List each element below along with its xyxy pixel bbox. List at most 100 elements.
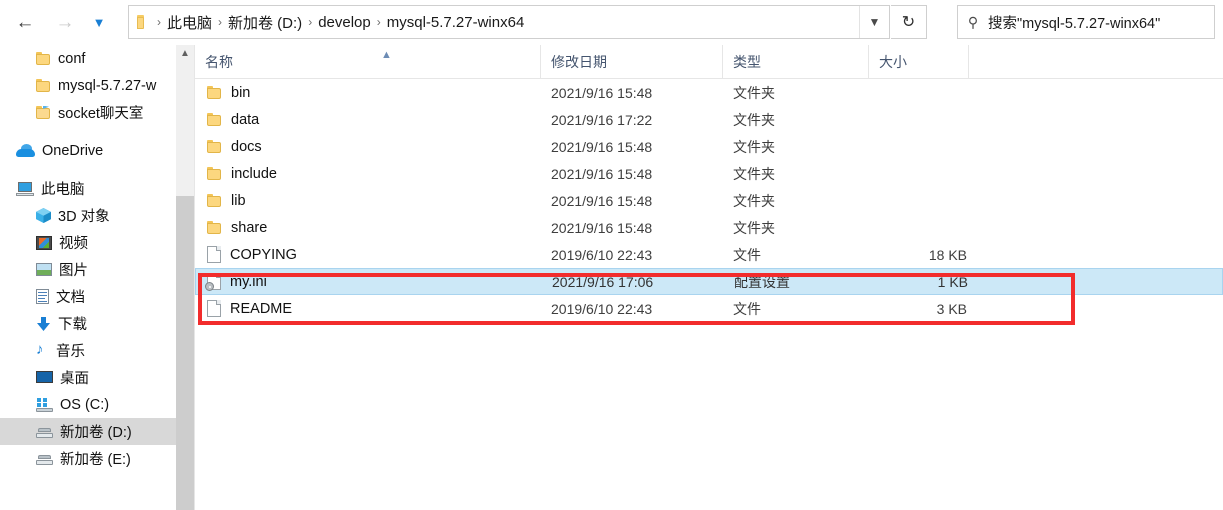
drive-windows-icon	[36, 397, 53, 412]
column-header-label: 大小	[879, 54, 907, 70]
file-list-pane: 名称 ▲ 修改日期 类型 大小 bin 2021/9/16 15:48 文件夹 dat…	[194, 45, 1223, 510]
refresh-button[interactable]: ↻	[891, 5, 927, 39]
column-header-label: 名称	[205, 54, 233, 70]
breadcrumb-item-0[interactable]: 此电脑	[162, 10, 217, 35]
file-name: README	[230, 300, 293, 317]
scrollbar-thumb[interactable]	[176, 196, 194, 510]
sidebar-item-label: socket聊天室	[58, 106, 144, 122]
file-date: 2021/9/16 17:22	[551, 111, 653, 128]
sidebar-item-label: 图片	[59, 263, 88, 279]
sidebar-item-5[interactable]: 3D 对象	[0, 202, 176, 229]
file-name: COPYING	[230, 246, 297, 263]
sidebar-item-4[interactable]: 此电脑	[0, 175, 176, 202]
sidebar-item-8[interactable]: 文档	[0, 283, 176, 310]
table-row[interactable]: README 2019/6/10 22:43 文件 3 KB	[195, 295, 1223, 322]
breadcrumb-item-3[interactable]: mysql-5.7.27-winx64	[382, 12, 530, 33]
sidebar-item-13[interactable]: 新加卷 (D:)	[0, 418, 176, 445]
column-header-size[interactable]: 大小	[869, 45, 969, 79]
recent-locations-button[interactable]: ▼	[86, 6, 112, 40]
file-date: 2021/9/16 15:48	[551, 165, 653, 182]
sidebar-item-10[interactable]: ♪ 音乐	[0, 337, 176, 364]
chevron-up-icon: ▲	[180, 48, 190, 59]
cell-name: include	[207, 166, 277, 182]
search-box[interactable]: ⚲ 搜索"mysql-5.7.27-winx64"	[957, 5, 1215, 39]
sidebar-item-14[interactable]: 新加卷 (E:)	[0, 445, 176, 472]
file-name: lib	[231, 192, 246, 209]
video-icon	[36, 235, 52, 250]
column-header-label: 类型	[733, 54, 761, 70]
cell-name: lib	[207, 193, 246, 209]
sidebar-item-label: mysql-5.7.27-w	[58, 77, 157, 94]
table-row[interactable]: bin 2021/9/16 15:48 文件夹	[195, 79, 1223, 106]
sidebar-item-11[interactable]: 桌面	[0, 364, 176, 391]
folder-icon	[36, 51, 51, 66]
sidebar-item-label: 下载	[58, 317, 87, 333]
column-header-type[interactable]: 类型	[723, 45, 869, 79]
search-icon: ⚲	[967, 13, 979, 30]
folder-icon	[207, 220, 222, 235]
table-row[interactable]: lib 2021/9/16 15:48 文件夹	[195, 187, 1223, 214]
file-type: 文件	[733, 300, 761, 317]
file-type: 文件夹	[733, 165, 775, 182]
column-header-date[interactable]: 修改日期	[541, 45, 723, 79]
table-row[interactable]: include 2021/9/16 15:48 文件夹	[195, 160, 1223, 187]
search-input[interactable]: 搜索"mysql-5.7.27-winx64"	[988, 12, 1160, 33]
file-date: 2021/9/16 15:48	[551, 219, 653, 236]
table-row[interactable]: my.ini 2021/9/16 17:06 配置设置 1 KB	[195, 268, 1223, 295]
table-row[interactable]: share 2021/9/16 15:48 文件夹	[195, 214, 1223, 241]
file-name: my.ini	[230, 273, 267, 290]
table-row[interactable]: docs 2021/9/16 15:48 文件夹	[195, 133, 1223, 160]
breadcrumb-item-1[interactable]: 新加卷 (D:)	[223, 10, 307, 35]
navigation-pane-scrollbar[interactable]: ▲	[176, 45, 194, 510]
navigation-pane: conf mysql-5.7.27-w socket聊天室 OneDrive 此电脑 3D…	[0, 45, 176, 510]
breadcrumb[interactable]: › 此电脑 › 新加卷 (D:) › develop › mysql-5.7.2…	[129, 6, 859, 38]
address-bar[interactable]: › 此电脑 › 新加卷 (D:) › develop › mysql-5.7.2…	[128, 5, 890, 39]
cell-name: bin	[207, 85, 250, 101]
file-name: include	[231, 165, 277, 182]
sidebar-item-label: 新加卷 (D:)	[60, 425, 132, 441]
file-date: 2019/6/10 22:43	[551, 300, 653, 317]
folder-icon	[207, 166, 222, 181]
breadcrumb-item-2[interactable]: develop	[313, 12, 376, 33]
sidebar-item-3[interactable]: OneDrive	[0, 137, 176, 164]
sidebar-item-7[interactable]: 图片	[0, 256, 176, 283]
sidebar-item-6[interactable]: 视频	[0, 229, 176, 256]
file-type: 文件夹	[733, 219, 775, 236]
sidebar-item-label: 文档	[56, 290, 85, 306]
file-name: bin	[231, 84, 251, 101]
file-icon	[207, 246, 221, 263]
file-type: 文件夹	[733, 111, 775, 128]
sidebar-item-0[interactable]: conf	[0, 45, 176, 72]
forward-button: →	[48, 6, 82, 40]
column-header-label: 修改日期	[551, 54, 607, 70]
sidebar-item-label: OS (C:)	[60, 396, 110, 413]
sort-ascending-icon: ▲	[381, 49, 392, 61]
table-row[interactable]: COPYING 2019/6/10 22:43 文件 18 KB	[195, 241, 1223, 268]
drive-icon	[36, 426, 53, 438]
cube-icon	[36, 208, 51, 223]
sidebar-item-9[interactable]: 下载	[0, 310, 176, 337]
sidebar-item-2[interactable]: socket聊天室	[0, 99, 176, 126]
file-name: docs	[231, 138, 262, 155]
back-button[interactable]: ←	[8, 6, 42, 40]
cell-name: share	[207, 220, 267, 236]
file-type: 文件夹	[733, 138, 775, 155]
file-type: 文件夹	[733, 192, 775, 209]
column-header-name[interactable]: 名称 ▲	[195, 45, 541, 79]
document-icon	[36, 289, 49, 304]
file-name: share	[231, 219, 268, 236]
scroll-up-button[interactable]: ▲	[176, 45, 194, 62]
computer-icon	[16, 181, 34, 196]
sidebar-item-1[interactable]: mysql-5.7.27-w	[0, 72, 176, 99]
cell-name: COPYING	[207, 246, 297, 263]
sidebar-item-12[interactable]: OS (C:)	[0, 391, 176, 418]
drive-icon	[36, 453, 53, 465]
download-icon	[36, 316, 51, 331]
folder-icon	[36, 78, 51, 93]
file-date: 2021/9/16 17:06	[552, 273, 654, 290]
desktop-icon	[36, 371, 53, 384]
table-row[interactable]: data 2021/9/16 17:22 文件夹	[195, 106, 1223, 133]
address-dropdown-button[interactable]: ▼	[859, 6, 889, 38]
folder-icon	[137, 14, 154, 30]
